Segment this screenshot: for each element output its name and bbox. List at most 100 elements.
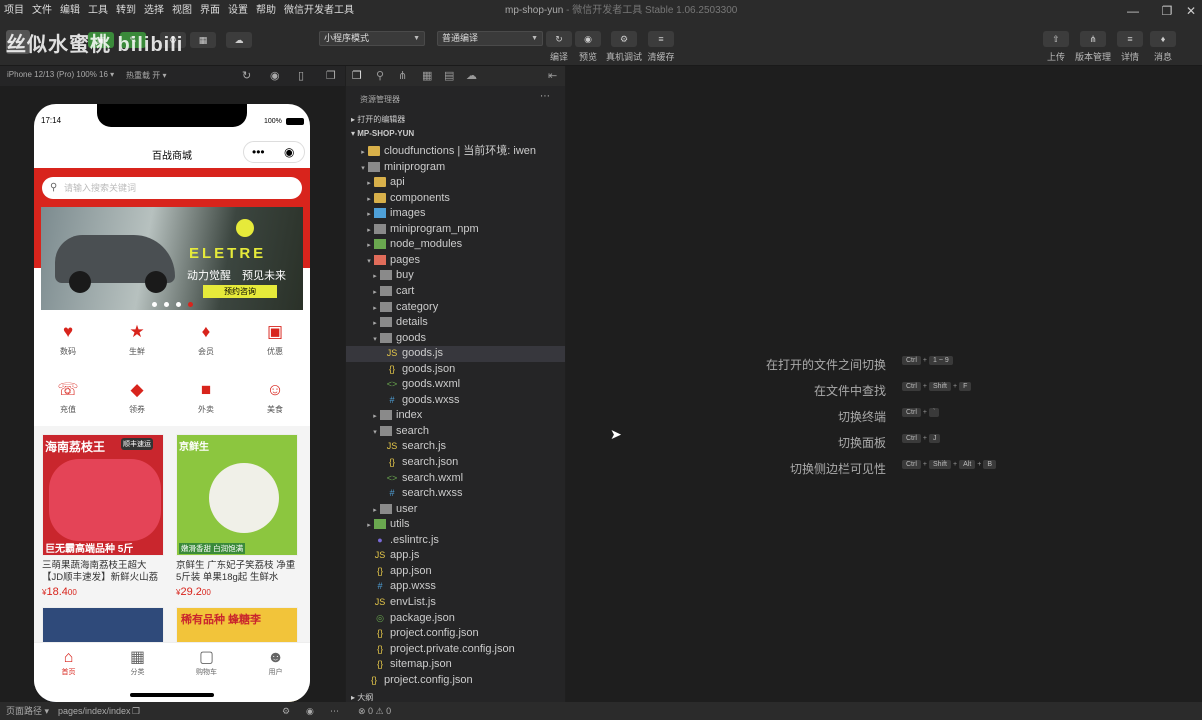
tree-file[interactable]: ● .eslintrc.js — [346, 533, 565, 549]
device-select[interactable]: iPhone 12/13 (Pro) 100% 16 ▾ — [7, 70, 114, 79]
tree-file[interactable]: # search.wxss — [346, 486, 565, 502]
tree-folder[interactable]: ▾ search — [346, 424, 565, 440]
menu-item-select[interactable]: 选择 — [140, 0, 168, 22]
category-item[interactable]: ■ 外卖 — [172, 380, 240, 415]
version-icon[interactable]: ⋔ — [1080, 31, 1106, 47]
carousel-dot-active[interactable] — [188, 302, 193, 307]
banner-button[interactable]: 预约咨询 — [203, 285, 277, 298]
record-icon[interactable]: ◉ — [270, 69, 280, 82]
tree-folder[interactable]: ▸ user — [346, 502, 565, 518]
rotate-icon[interactable]: ↻ — [242, 69, 251, 82]
settings-icon[interactable]: ⚙ — [282, 702, 290, 720]
editor-area[interactable]: 在打开的文件之间切换 Ctrl +1 ~ 9 在文件中查找 Ctrl + Shift + F 切换… — [566, 66, 1202, 702]
tree-file[interactable]: JS envList.js — [346, 595, 565, 611]
category-item[interactable]: ★ 生鲜 — [103, 322, 171, 357]
category-item[interactable]: ♥ 数码 — [34, 322, 102, 357]
tab-home[interactable]: ⌂ 首页 — [34, 649, 103, 677]
tree-file[interactable]: <> goods.wxml — [346, 377, 565, 393]
search-input[interactable]: ⚲ 请输入搜索关键词 — [42, 177, 302, 199]
tree-file[interactable]: {} app.json — [346, 564, 565, 580]
bell-icon[interactable]: ♦ — [1150, 31, 1176, 47]
details-button-label[interactable]: 详情 — [1114, 50, 1146, 63]
tree-folder[interactable]: ▸ index — [346, 408, 565, 424]
tree-file[interactable]: ◎ package.json — [346, 611, 565, 627]
more-icon[interactable]: ⋯ — [540, 91, 550, 102]
tree-folder[interactable]: ▸ api — [346, 175, 565, 191]
compile-select[interactable]: 普通编译 ▼ — [437, 31, 543, 46]
page-path-label[interactable]: 页面路径 ▾ — [6, 702, 49, 720]
tree-file[interactable]: JS goods.js — [346, 346, 565, 362]
menu-item-edit[interactable]: 编辑 — [56, 0, 84, 22]
files-icon[interactable]: ❐ — [352, 69, 362, 82]
carousel-dot[interactable] — [152, 302, 157, 307]
menu-item-view[interactable]: 视图 — [168, 0, 196, 22]
phone-icon[interactable]: ▯ — [298, 69, 304, 82]
menu-item-project[interactable]: 项目 — [0, 0, 28, 22]
collapse-panel-icon[interactable]: ⇤ — [548, 69, 557, 82]
tree-folder[interactable]: ▸ details — [346, 315, 565, 331]
category-item[interactable]: ♦ 会员 — [172, 322, 240, 357]
menu-item-goto[interactable]: 转到 — [112, 0, 140, 22]
menu-item-settings[interactable]: 设置 — [224, 0, 252, 22]
tree-folder[interactable]: ▾ pages — [346, 253, 565, 269]
tree-file[interactable]: {} project.private.config.json — [346, 642, 565, 658]
tree-folder[interactable]: ▸ category — [346, 300, 565, 316]
upload-icon[interactable]: ⇧ — [1043, 31, 1069, 47]
compile-icon[interactable]: ↻ — [546, 31, 572, 47]
clear-cache-icon[interactable]: ≡ — [648, 31, 674, 47]
tree-folder[interactable]: ▸ buy — [346, 268, 565, 284]
category-item[interactable]: ▣ 优惠 — [241, 322, 309, 357]
tree-folder[interactable]: ▸ node_modules — [346, 237, 565, 253]
tree-folder[interactable]: ▸ components — [346, 191, 565, 207]
menu-item-devtools[interactable]: 微信开发者工具 — [280, 0, 358, 22]
hot-reload-select[interactable]: 热重载 开 ▾ — [126, 70, 166, 81]
extensions-icon[interactable]: ▦ — [422, 69, 432, 82]
menu-item-interface[interactable]: 界面 — [196, 0, 224, 22]
phone-simulator[interactable]: 17:14 100% 百战商城 ••• ◉ ⚲ 请输入搜索关键词 ELETRE 动力… — [34, 104, 310, 702]
maximize-icon[interactable]: ❐ — [1156, 2, 1178, 20]
tab-category[interactable]: ▦ 分类 — [103, 649, 172, 677]
tree-folder[interactable]: ▸ cloudfunctions | 当前环境: iwen — [346, 144, 565, 160]
compile-button-label[interactable]: 编译 — [546, 50, 572, 63]
mode-select[interactable]: 小程序模式 ▼ — [319, 31, 425, 46]
tree-file[interactable]: {} project.config.json — [346, 673, 565, 689]
capsule-menu[interactable]: ••• ◉ — [243, 141, 305, 163]
tree-folder[interactable]: ▾ goods — [346, 331, 565, 347]
problems-count[interactable]: ⊗ 0 ⚠ 0 — [358, 702, 391, 720]
more-icon[interactable]: ••• — [252, 142, 265, 162]
close-capsule-icon[interactable]: ◉ — [284, 142, 294, 162]
tree-folder[interactable]: ▸ cart — [346, 284, 565, 300]
version-button-label[interactable]: 版本管理 — [1070, 50, 1116, 63]
clear-cache-button-label[interactable]: 清缓存 — [645, 50, 677, 63]
popout-icon[interactable]: ❐ — [326, 69, 336, 82]
product-card[interactable]: 海南荔枝王 顺丰速运 巨无霸高端品种 5斤 三萌果蔬海南荔枝王超大【JD顺丰速发… — [42, 434, 166, 598]
git-icon[interactable]: ⋔ — [398, 69, 407, 82]
tree-file[interactable]: {} sitemap.json — [346, 657, 565, 673]
tree-file[interactable]: <> search.wxml — [346, 471, 565, 487]
carousel-dot[interactable] — [176, 302, 181, 307]
carousel-dot[interactable] — [164, 302, 169, 307]
tree-folder[interactable]: ▸ miniprogram_npm — [346, 222, 565, 238]
tree-file[interactable]: {} project.config.json — [346, 626, 565, 642]
details-icon[interactable]: ≡ — [1117, 31, 1143, 47]
menu-item-tools[interactable]: 工具 — [84, 0, 112, 22]
open-editors-section[interactable]: ▸ 打开的编辑器 — [351, 114, 405, 125]
eye-icon[interactable]: ◉ — [306, 702, 314, 720]
tree-file[interactable]: # goods.wxss — [346, 393, 565, 409]
cloud-dev-icon[interactable]: ☁ — [226, 32, 252, 48]
tree-file[interactable]: {} goods.json — [346, 362, 565, 378]
tree-file[interactable]: JS app.js — [346, 548, 565, 564]
category-item[interactable]: ☏ 充值 — [34, 380, 102, 415]
tree-file[interactable]: {} search.json — [346, 455, 565, 471]
tab-cart[interactable]: ▢ 购物车 — [172, 649, 241, 677]
product-card[interactable]: 京鲜生 嫩滑香甜 白润饱满 京鲜生 广东妃子笑荔枝 净重5斤装 单果18g起 生… — [176, 434, 300, 598]
tree-file[interactable]: # app.wxss — [346, 579, 565, 595]
category-item[interactable]: ☺ 美食 — [241, 380, 309, 415]
tree-folder[interactable]: ▸ utils — [346, 517, 565, 533]
menu-item-help[interactable]: 帮助 — [252, 0, 280, 22]
close-icon[interactable]: ✕ — [1180, 2, 1202, 20]
preview-button-label[interactable]: 预览 — [575, 50, 601, 63]
more-icon[interactable]: ⋯ — [330, 702, 339, 720]
tree-file[interactable]: JS search.js — [346, 439, 565, 455]
menu-item-file[interactable]: 文件 — [28, 0, 56, 22]
